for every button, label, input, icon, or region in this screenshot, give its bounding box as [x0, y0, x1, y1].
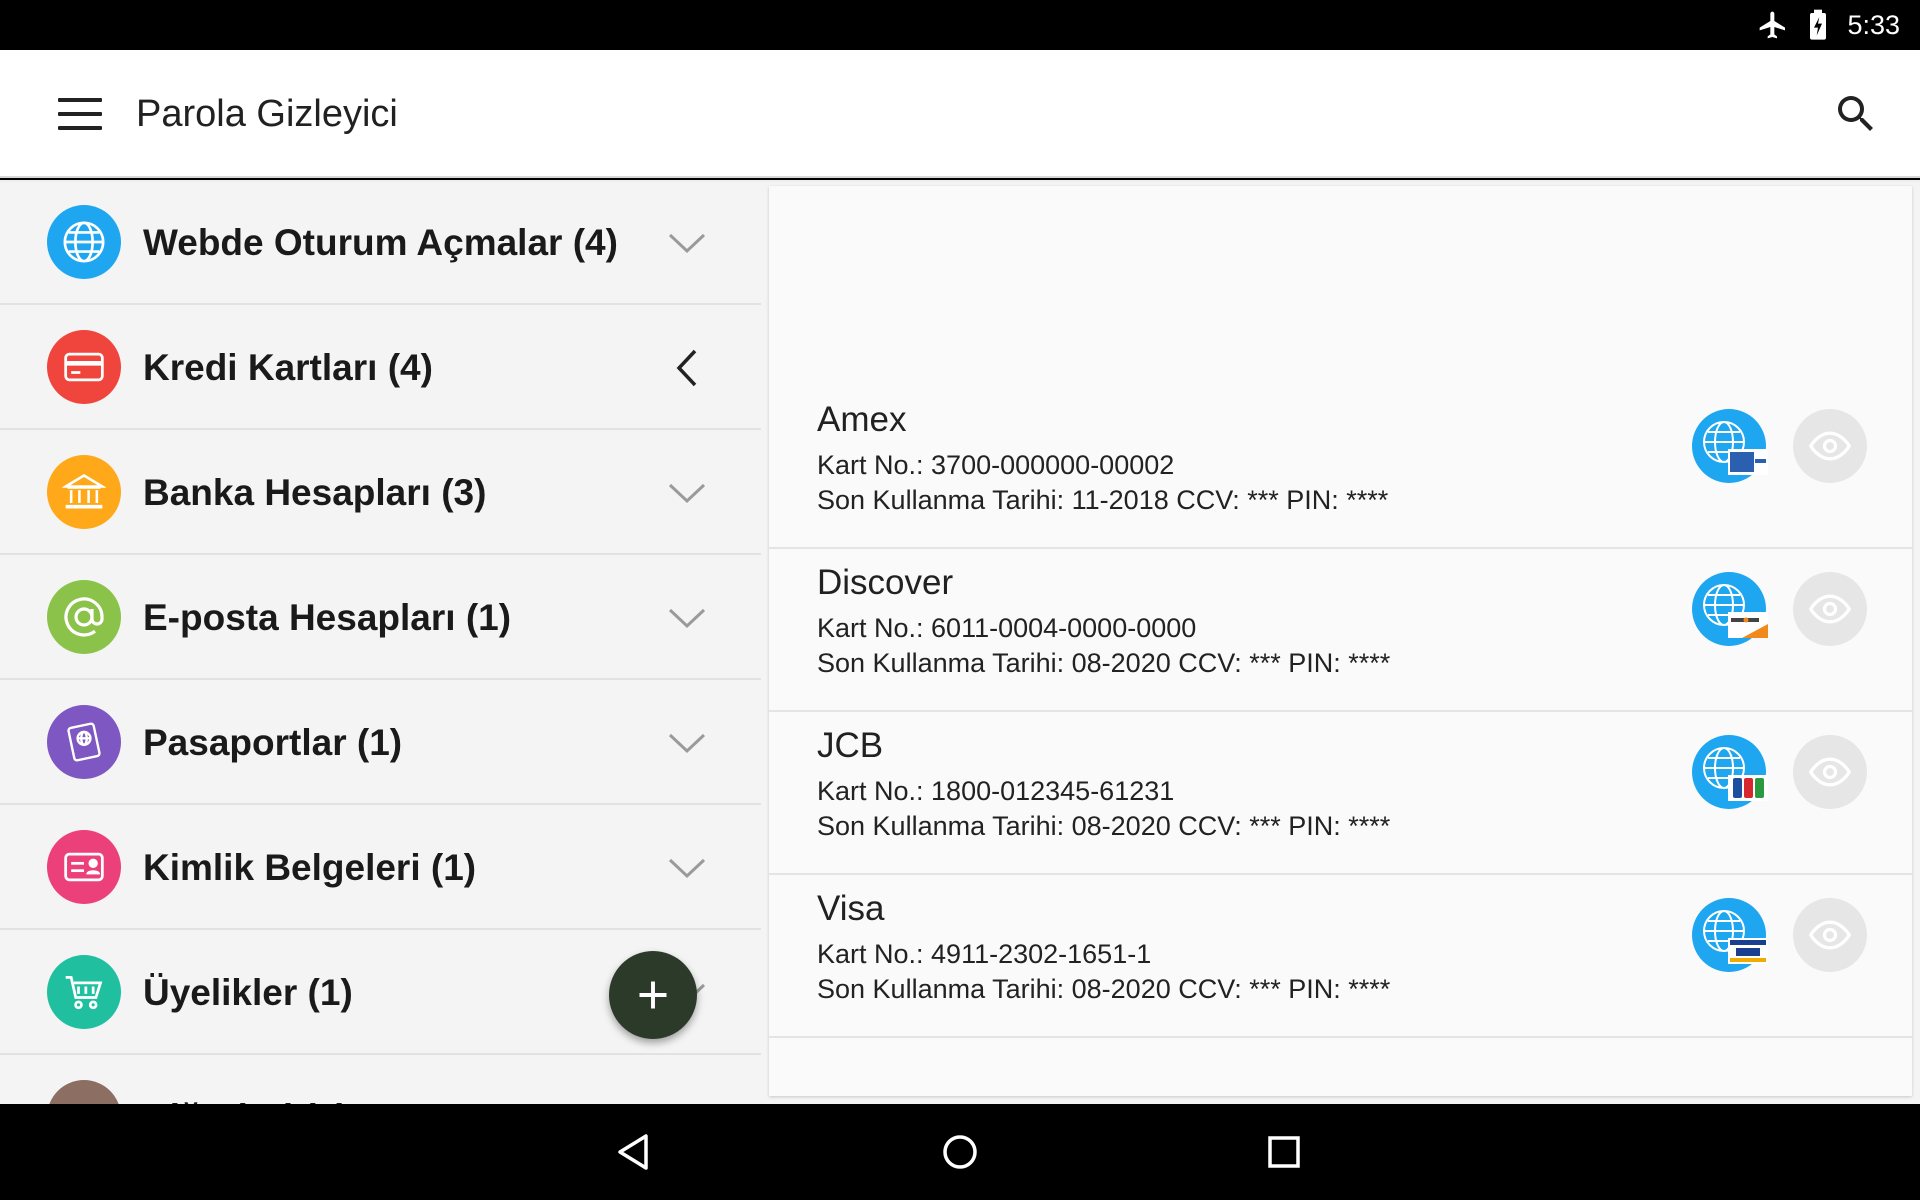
- category-item-credit-cards[interactable]: Kredi Kartları (4): [0, 305, 761, 430]
- app-bar: Parola Gizleyici: [0, 50, 1920, 178]
- chevron-down-icon[interactable]: [662, 593, 712, 643]
- card-details: Son Kullanma Tarihi: 08-2020 CCV: *** PI…: [817, 811, 1391, 841]
- credit-card-panel: Amex Kart No.: 3700-000000-00002 Son Kul…: [769, 186, 1912, 1096]
- eye-icon[interactable]: [1793, 735, 1867, 809]
- chevron-down-icon[interactable]: [662, 718, 712, 768]
- status-bar: 5:33: [0, 0, 1920, 50]
- airplane-icon: [1760, 11, 1786, 39]
- category-label: Banka Hesapları (3): [143, 472, 487, 513]
- plus-icon: [639, 981, 667, 1009]
- card-name: Visa: [817, 889, 885, 928]
- card-number: Kart No.: 3700-000000-00002: [817, 450, 1175, 480]
- category-item-email-accounts[interactable]: E-posta Hesapları (1): [0, 555, 761, 680]
- chevron-down-icon[interactable]: [662, 218, 712, 268]
- globe-icon: [47, 205, 121, 279]
- category-label: Webde Oturum Açmalar (4): [143, 222, 618, 263]
- credit-card-icon: [47, 330, 121, 404]
- status-icons: 5:33: [1757, 0, 1900, 50]
- category-label: Kredi Kartları (4): [143, 347, 433, 388]
- card-item-discover[interactable]: Discover Kart No.: 6011-0004-0000-0000 S…: [769, 549, 1912, 712]
- chevron-down-icon[interactable]: [662, 843, 712, 893]
- other-icon: [47, 1080, 121, 1104]
- category-label: Diğerleri (4): [143, 1055, 349, 1104]
- card-item-amex[interactable]: Amex Kart No.: 3700-000000-00002 Son Kul…: [769, 386, 1912, 549]
- eye-icon[interactable]: [1793, 409, 1867, 483]
- category-item-bank-accounts[interactable]: Banka Hesapları (3): [0, 430, 761, 555]
- battery-charging-icon: [1810, 9, 1827, 40]
- search-icon[interactable]: [1832, 90, 1880, 138]
- eye-icon[interactable]: [1793, 898, 1867, 972]
- home-icon[interactable]: [936, 1128, 984, 1176]
- at-sign-icon: [47, 580, 121, 654]
- card-item-jcb[interactable]: JCB Kart No.: 1800-012345-61231 Son Kull…: [769, 712, 1912, 875]
- card-name: Discover: [817, 563, 954, 602]
- visa-web-icon[interactable]: [1692, 898, 1768, 974]
- chevron-left-icon[interactable]: [662, 343, 712, 393]
- card-details: Son Kullanma Tarihi: 11-2018 CCV: *** PI…: [817, 485, 1389, 515]
- category-label: Kimlik Belgeleri (1): [143, 847, 477, 888]
- card-details: Son Kullanma Tarihi: 08-2020 CCV: *** PI…: [817, 974, 1391, 1004]
- category-item-others[interactable]: Diğerleri (4): [0, 1055, 761, 1104]
- chevron-down-icon[interactable]: [662, 468, 712, 518]
- recents-icon[interactable]: [1260, 1128, 1308, 1176]
- menu-icon[interactable]: [56, 94, 104, 134]
- navigation-bar: [0, 1104, 1920, 1200]
- category-label: Pasaportlar (1): [143, 722, 403, 763]
- category-item-id-documents[interactable]: Kimlik Belgeleri (1): [0, 805, 761, 930]
- app-title: Parola Gizleyici: [136, 93, 398, 135]
- back-icon[interactable]: [612, 1128, 660, 1176]
- category-label: Üyelikler (1): [143, 972, 353, 1013]
- card-name: JCB: [817, 726, 884, 765]
- category-label: E-posta Hesapları (1): [143, 597, 512, 638]
- card-item-visa[interactable]: Visa Kart No.: 4911-2302-1651-1 Son Kull…: [769, 875, 1912, 1038]
- id-card-icon: [47, 830, 121, 904]
- category-item-passports[interactable]: Pasaportlar (1): [0, 680, 761, 805]
- card-details: Son Kullanma Tarihi: 08-2020 CCV: *** PI…: [817, 648, 1391, 678]
- bank-icon: [47, 455, 121, 529]
- shopping-cart-icon: [47, 955, 121, 1029]
- credit-card-list: Amex Kart No.: 3700-000000-00002 Son Kul…: [769, 386, 1912, 1038]
- card-number: Kart No.: 4911-2302-1651-1: [817, 939, 1152, 969]
- eye-icon[interactable]: [1793, 572, 1867, 646]
- discover-web-icon[interactable]: [1692, 572, 1768, 648]
- passport-icon: [47, 705, 121, 779]
- jcb-web-icon[interactable]: [1692, 735, 1768, 811]
- category-item-web-logins[interactable]: Webde Oturum Açmalar (4): [0, 180, 761, 305]
- card-name: Amex: [817, 400, 907, 439]
- amex-web-icon[interactable]: [1692, 409, 1768, 485]
- add-item-button[interactable]: [609, 951, 697, 1039]
- card-number: Kart No.: 1800-012345-61231: [817, 776, 1175, 806]
- card-number: Kart No.: 6011-0004-0000-0000: [817, 613, 1197, 643]
- clock: 5:33: [1847, 9, 1900, 40]
